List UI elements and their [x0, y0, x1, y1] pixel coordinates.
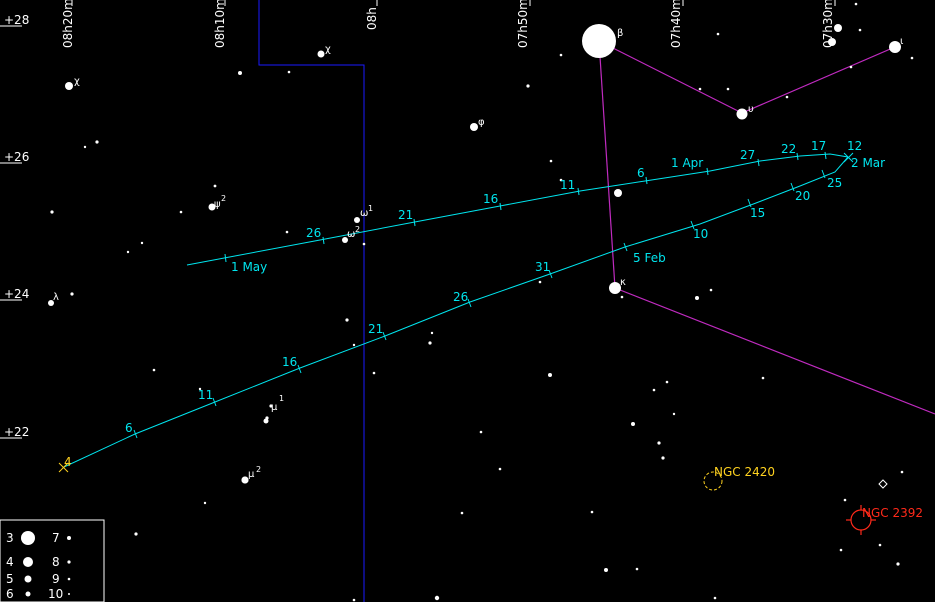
ngc-2392-object: NGC 2392: [846, 505, 923, 535]
legend-mag-8: 8: [52, 555, 60, 569]
magnitude-legend: 3 4 5 6 7 8 9 10: [0, 519, 105, 602]
dec-label-plus24: +24: [4, 287, 29, 301]
track-label-15-feb: 15: [750, 206, 765, 220]
track-label-4-jan: 4: [64, 455, 72, 469]
track-label-17-mar: 17: [811, 139, 826, 153]
star-beta: [582, 24, 616, 58]
label-psi-sup: 2: [221, 194, 226, 203]
label-chi-mid: χ: [325, 44, 331, 55]
label-omega1-sup: 1: [368, 204, 373, 213]
label-lambda: λ: [53, 292, 59, 303]
label-beta: β: [617, 28, 623, 39]
track-label-11-jan: 11: [198, 388, 213, 402]
ra-label-0810: 08h10m: [213, 0, 227, 48]
star-phi: [470, 123, 478, 131]
legend-mag-5: 5: [6, 572, 14, 586]
star-labels: χ χ β ι υ φ ψ 2 ω 1 ω 2 λ κ μ 1 μ 2: [53, 28, 904, 480]
star-chi-mid: [317, 50, 325, 58]
label-iota: ι: [900, 36, 904, 47]
track-label-22-mar: 22: [781, 142, 796, 156]
label-psi: ψ: [214, 199, 221, 210]
label-upsilon: υ: [748, 104, 754, 115]
legend-mag-7: 7: [52, 531, 60, 545]
ra-label-0750: 07h50m: [516, 0, 530, 48]
star-near-mar: [614, 189, 622, 197]
diamond-star: [878, 479, 888, 489]
label-kappa: κ: [620, 277, 626, 288]
star-psi1: [213, 184, 217, 188]
star-upsilon: [736, 108, 748, 120]
label-mu1-sup: 1: [279, 394, 284, 403]
star-chi-left: [65, 82, 73, 90]
legend-mag-10: 10: [48, 587, 63, 601]
track-label-27-mar: 27: [740, 148, 755, 162]
ngc-2420-object: NGC 2420: [703, 465, 775, 491]
track-label-20-feb: 20: [795, 189, 810, 203]
track-label-10-feb: 10: [693, 227, 708, 241]
dec-label-plus22: +22: [4, 425, 29, 439]
star-chart: 08h20m 08h10m 08h 07h50m 07h40m 07h30m +…: [0, 0, 935, 602]
track-label-26-apr: 26: [306, 226, 321, 240]
track-tick-marks: [133, 151, 827, 439]
sky-map-canvas: 08h20m 08h10m 08h 07h50m 07h40m 07h30m +…: [0, 0, 935, 602]
track-upper-labels: 1 May 26 21 16 11 6 1 Apr 27 22 17 12 2 …: [231, 139, 885, 274]
label-mu1: μ: [271, 402, 278, 413]
track-label-25-feb: 25: [827, 176, 842, 190]
dec-label-plus26: +26: [4, 150, 29, 164]
track-label-21-jan: 21: [368, 322, 383, 336]
track-label-16-jan: 16: [282, 355, 297, 369]
ra-label-0740: 07h40m: [669, 0, 683, 48]
constellation-boundary: [258, 0, 365, 602]
ngc-2420-label: NGC 2420: [714, 465, 775, 479]
label-chi-left: χ: [74, 76, 80, 87]
legend-mag-6: 6: [6, 587, 14, 601]
star-top-right-a: [834, 24, 842, 32]
label-mu2: μ: [248, 469, 255, 480]
label-omega2-sup: 2: [355, 225, 360, 234]
legend-mag-9: 9: [52, 572, 60, 586]
comet-track: [63, 153, 849, 468]
track-label-31-jan: 31: [535, 260, 550, 274]
track-label-2-mar: 2 Mar: [851, 156, 885, 170]
track-label-12-mar: 12: [847, 139, 862, 153]
dec-label-plus28: +28: [4, 13, 29, 27]
track-lower-labels: 4 6 11 16 21 26 31 5 Feb 10 15 20 25: [64, 176, 842, 469]
constellation-lines: [598, 40, 935, 415]
track-label-5-feb: 5 Feb: [633, 251, 666, 265]
track-label-21-apr: 21: [398, 208, 413, 222]
label-mu2-sup: 2: [256, 465, 261, 474]
track-label-26-jan: 26: [453, 290, 468, 304]
track-label-1-may: 1 May: [231, 260, 267, 274]
background-stars: [50, 2, 914, 602]
ngc-2392-label: NGC 2392: [862, 506, 923, 520]
dec-axis: +28 +26 +24 +22: [0, 13, 29, 439]
star-mu1: [263, 418, 269, 424]
track-label-6-apr: 6: [637, 166, 645, 180]
track-label-1-apr: 1 Apr: [671, 156, 703, 170]
named-stars: [48, 24, 901, 484]
ra-axis: 08h20m 08h10m 08h 07h50m 07h40m 07h30m: [61, 0, 836, 48]
label-phi: φ: [478, 117, 485, 128]
star-top-right-b: [828, 38, 836, 46]
track-label-11-apr: 11: [560, 178, 575, 192]
ra-label-0800: 08h: [365, 7, 379, 30]
track-label-6-jan: 6: [125, 421, 133, 435]
legend-mag-4: 4: [6, 555, 14, 569]
legend-mag-3: 3: [6, 531, 14, 545]
track-label-16-apr: 16: [483, 192, 498, 206]
ra-label-0820: 08h20m: [61, 0, 75, 48]
